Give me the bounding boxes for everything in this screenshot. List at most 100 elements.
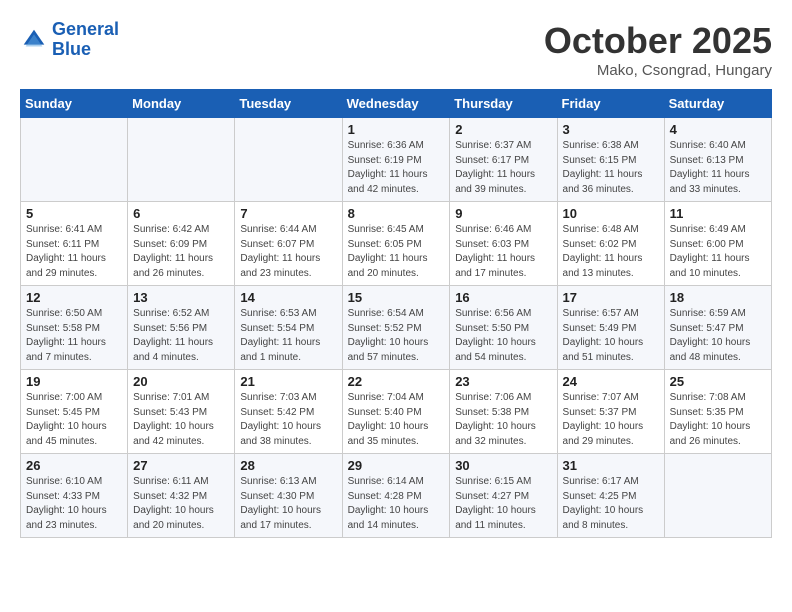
day-number: 4: [670, 122, 766, 137]
calendar-table: SundayMondayTuesdayWednesdayThursdayFrid…: [20, 89, 772, 538]
day-info: Sunrise: 6:49 AM Sunset: 6:00 PM Dayligh…: [670, 223, 766, 281]
logo: General Blue: [20, 20, 119, 60]
logo-text: General Blue: [52, 20, 119, 60]
day-number: 23: [455, 374, 551, 389]
day-number: 14: [240, 290, 336, 305]
day-number: 10: [563, 206, 659, 221]
day-cell: 3 Sunrise: 6:38 AM Sunset: 6:15 PM Daylig…: [557, 118, 664, 202]
day-cell: 13 Sunrise: 6:52 AM Sunset: 5:56 PM Dayli…: [128, 286, 235, 370]
title-block: October 2025 Mako, Csongrad, Hungary: [544, 20, 772, 79]
day-number: 24: [563, 374, 659, 389]
day-info: Sunrise: 6:37 AM Sunset: 6:17 PM Dayligh…: [455, 139, 551, 197]
day-cell: 20Sunrise: 7:01 AM Sunset: 5:43 PM Dayli…: [128, 370, 235, 454]
day-cell: 15Sunrise: 6:54 AM Sunset: 5:52 PM Dayli…: [342, 286, 450, 370]
day-cell: 5Sunrise: 6:41 AM Sunset: 6:11 PM Daylig…: [21, 202, 128, 286]
day-cell: 24 Sunrise: 7:07 AM Sunset: 5:37 PM Dayli…: [557, 370, 664, 454]
day-number: 1: [348, 122, 445, 137]
day-info: Sunrise: 6:46 AM Sunset: 6:03 PM Dayligh…: [455, 223, 551, 281]
day-cell: 16Sunrise: 6:56 AM Sunset: 5:50 PM Dayli…: [450, 286, 557, 370]
day-info: Sunrise: 6:15 AM Sunset: 4:27 PM Dayligh…: [455, 475, 551, 533]
day-cell: [235, 118, 342, 202]
day-info: Sunrise: 6:57 AM Sunset: 5:49 PM Dayligh…: [563, 307, 659, 365]
day-info: Sunrise: 7:03 AM Sunset: 5:42 PM Dayligh…: [240, 391, 336, 449]
day-cell: [664, 454, 771, 538]
week-row-3: 12 Sunrise: 6:50 AM Sunset: 5:58 PM Dayli…: [21, 286, 772, 370]
day-number: 2: [455, 122, 551, 137]
day-number: 13: [133, 290, 229, 305]
day-cell: 28 Sunrise: 6:13 AM Sunset: 4:30 PM Dayli…: [235, 454, 342, 538]
location: Mako, Csongrad, Hungary: [544, 62, 772, 79]
day-number: 22: [348, 374, 445, 389]
day-cell: 30 Sunrise: 6:15 AM Sunset: 4:27 PM Dayli…: [450, 454, 557, 538]
day-info: Sunrise: 6:11 AM Sunset: 4:32 PM Dayligh…: [133, 475, 229, 533]
day-number: 3: [563, 122, 659, 137]
day-number: 20: [133, 374, 229, 389]
day-number: 6: [133, 206, 229, 221]
day-cell: 21Sunrise: 7:03 AM Sunset: 5:42 PM Dayli…: [235, 370, 342, 454]
day-info: Sunrise: 7:04 AM Sunset: 5:40 PM Dayligh…: [348, 391, 445, 449]
day-cell: 4Sunrise: 6:40 AM Sunset: 6:13 PM Daylig…: [664, 118, 771, 202]
day-info: Sunrise: 6:44 AM Sunset: 6:07 PM Dayligh…: [240, 223, 336, 281]
day-number: 27: [133, 458, 229, 473]
day-cell: 19Sunrise: 7:00 AM Sunset: 5:45 PM Dayli…: [21, 370, 128, 454]
weekday-sunday: Sunday: [21, 90, 128, 118]
day-number: 18: [670, 290, 766, 305]
day-info: Sunrise: 6:36 AM Sunset: 6:19 PM Dayligh…: [348, 139, 445, 197]
weekday-thursday: Thursday: [450, 90, 557, 118]
day-info: Sunrise: 6:38 AM Sunset: 6:15 PM Dayligh…: [563, 139, 659, 197]
day-cell: 1 Sunrise: 6:36 AM Sunset: 6:19 PM Daylig…: [342, 118, 450, 202]
day-info: Sunrise: 7:06 AM Sunset: 5:38 PM Dayligh…: [455, 391, 551, 449]
day-cell: 27 Sunrise: 6:11 AM Sunset: 4:32 PM Dayli…: [128, 454, 235, 538]
logo-icon: [20, 26, 48, 54]
day-number: 12: [26, 290, 122, 305]
day-info: Sunrise: 7:08 AM Sunset: 5:35 PM Dayligh…: [670, 391, 766, 449]
week-row-5: 26Sunrise: 6:10 AM Sunset: 4:33 PM Dayli…: [21, 454, 772, 538]
day-info: Sunrise: 6:17 AM Sunset: 4:25 PM Dayligh…: [563, 475, 659, 533]
week-row-2: 5Sunrise: 6:41 AM Sunset: 6:11 PM Daylig…: [21, 202, 772, 286]
day-info: Sunrise: 6:41 AM Sunset: 6:11 PM Dayligh…: [26, 223, 122, 281]
day-number: 25: [670, 374, 766, 389]
day-info: Sunrise: 6:54 AM Sunset: 5:52 PM Dayligh…: [348, 307, 445, 365]
weekday-tuesday: Tuesday: [235, 90, 342, 118]
day-cell: 2 Sunrise: 6:37 AM Sunset: 6:17 PM Daylig…: [450, 118, 557, 202]
weekday-monday: Monday: [128, 90, 235, 118]
day-info: Sunrise: 6:42 AM Sunset: 6:09 PM Dayligh…: [133, 223, 229, 281]
day-number: 31: [563, 458, 659, 473]
day-cell: 31 Sunrise: 6:17 AM Sunset: 4:25 PM Dayli…: [557, 454, 664, 538]
day-cell: [21, 118, 128, 202]
day-cell: 26Sunrise: 6:10 AM Sunset: 4:33 PM Dayli…: [21, 454, 128, 538]
day-number: 19: [26, 374, 122, 389]
day-number: 29: [348, 458, 445, 473]
day-info: Sunrise: 6:59 AM Sunset: 5:47 PM Dayligh…: [670, 307, 766, 365]
page-header: General Blue October 2025 Mako, Csongrad…: [20, 20, 772, 79]
month-title: October 2025: [544, 20, 772, 62]
day-info: Sunrise: 7:07 AM Sunset: 5:37 PM Dayligh…: [563, 391, 659, 449]
weekday-saturday: Saturday: [664, 90, 771, 118]
day-number: 17: [563, 290, 659, 305]
day-number: 9: [455, 206, 551, 221]
day-info: Sunrise: 6:48 AM Sunset: 6:02 PM Dayligh…: [563, 223, 659, 281]
day-info: Sunrise: 6:52 AM Sunset: 5:56 PM Dayligh…: [133, 307, 229, 365]
day-info: Sunrise: 6:13 AM Sunset: 4:30 PM Dayligh…: [240, 475, 336, 533]
logo-blue: Blue: [52, 39, 91, 59]
day-cell: 10 Sunrise: 6:48 AM Sunset: 6:02 PM Dayli…: [557, 202, 664, 286]
day-cell: 6 Sunrise: 6:42 AM Sunset: 6:09 PM Daylig…: [128, 202, 235, 286]
weekday-header-row: SundayMondayTuesdayWednesdayThursdayFrid…: [21, 90, 772, 118]
day-info: Sunrise: 6:56 AM Sunset: 5:50 PM Dayligh…: [455, 307, 551, 365]
day-cell: 11 Sunrise: 6:49 AM Sunset: 6:00 PM Dayli…: [664, 202, 771, 286]
day-cell: 29Sunrise: 6:14 AM Sunset: 4:28 PM Dayli…: [342, 454, 450, 538]
day-cell: 12 Sunrise: 6:50 AM Sunset: 5:58 PM Dayli…: [21, 286, 128, 370]
day-number: 11: [670, 206, 766, 221]
day-cell: 17 Sunrise: 6:57 AM Sunset: 5:49 PM Dayli…: [557, 286, 664, 370]
day-info: Sunrise: 6:45 AM Sunset: 6:05 PM Dayligh…: [348, 223, 445, 281]
day-info: Sunrise: 6:50 AM Sunset: 5:58 PM Dayligh…: [26, 307, 122, 365]
day-number: 28: [240, 458, 336, 473]
day-cell: [128, 118, 235, 202]
day-info: Sunrise: 6:10 AM Sunset: 4:33 PM Dayligh…: [26, 475, 122, 533]
day-number: 30: [455, 458, 551, 473]
day-cell: 7Sunrise: 6:44 AM Sunset: 6:07 PM Daylig…: [235, 202, 342, 286]
logo-general: General: [52, 19, 119, 39]
day-cell: 25 Sunrise: 7:08 AM Sunset: 5:35 PM Dayli…: [664, 370, 771, 454]
week-row-1: 1 Sunrise: 6:36 AM Sunset: 6:19 PM Daylig…: [21, 118, 772, 202]
day-cell: 9 Sunrise: 6:46 AM Sunset: 6:03 PM Daylig…: [450, 202, 557, 286]
